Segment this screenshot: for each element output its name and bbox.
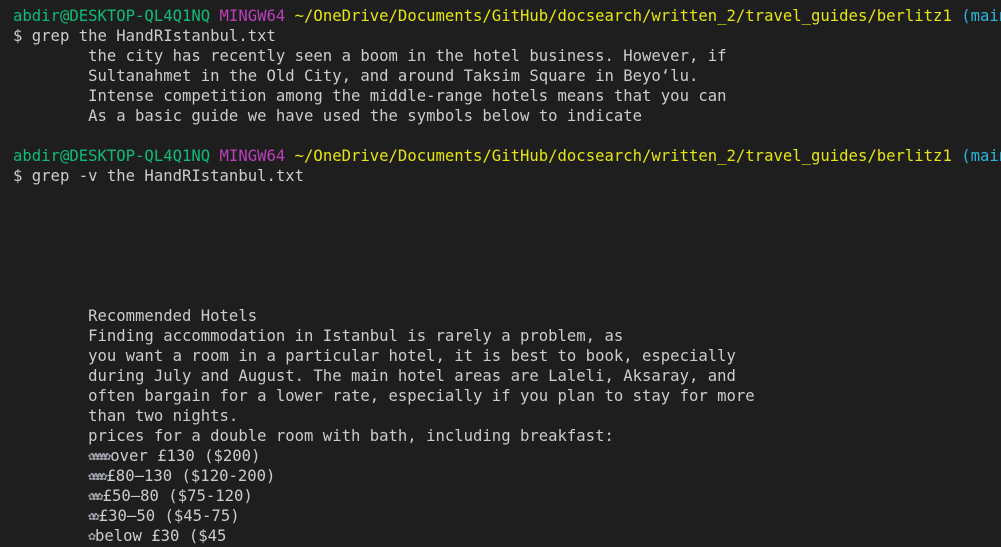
prompt-path: ~/OneDrive/Documents/GitHub/docsearch/wr… <box>294 147 952 165</box>
shell-prompt: abdir@DESKTOP-QL4Q1NQ MINGW64 ~/OneDrive… <box>13 146 1001 166</box>
output-line: you want a room in a particular hotel, i… <box>13 347 736 365</box>
output-line: the city has recently seen a boom in the… <box>13 47 727 65</box>
gear-icon: ✿✿✿ <box>88 489 104 504</box>
price-row: ✿✿✿✿ £80–130 ($120-200) <box>13 466 1001 486</box>
output-line: Sultanahmet in the Old City, and around … <box>13 67 699 85</box>
price-row: ✿✿✿ £50–80 ($75-120) <box>13 486 1001 506</box>
price-row: ✿✿ £30–50 ($45-75) <box>13 506 1001 526</box>
price-range-text: below £30 ($45 <box>94 527 227 545</box>
price-range-text: £80–130 ($120-200) <box>106 467 276 485</box>
prompt-git-branch: (main) <box>961 7 1001 25</box>
gear-icon: ✿✿✿✿ <box>88 469 107 484</box>
terminal-output[interactable]: abdir@DESKTOP-QL4Q1NQ MINGW64 ~/OneDrive… <box>13 6 1001 545</box>
prompt-user-host: abdir@DESKTOP-QL4Q1NQ <box>13 7 211 25</box>
output-line: during July and August. The main hotel a… <box>13 367 736 385</box>
command-line: $ grep -v the HandRIstanbul.txt <box>13 167 305 185</box>
price-row: ✿ below £30 ($45 <box>13 526 1001 546</box>
output-line: As a basic guide we have used the symbol… <box>13 107 643 125</box>
prompt-user-host: abdir@DESKTOP-QL4Q1NQ <box>13 147 211 165</box>
price-range-text: over £130 ($200) <box>110 447 261 465</box>
gear-icon: ✿✿ <box>88 509 99 524</box>
prompt-env: MINGW64 <box>219 7 286 25</box>
output-line: Recommended Hotels <box>13 307 258 325</box>
output-line: Finding accommodation in Istanbul is rar… <box>13 327 624 345</box>
gear-icon: ✿✿✿✿✿ <box>88 449 111 464</box>
output-line: Intense competition among the middle-ran… <box>13 87 727 105</box>
price-range-text: £50–80 ($75-120) <box>102 487 253 505</box>
gear-icon: ✿ <box>88 529 96 544</box>
output-line: than two nights. <box>13 407 239 425</box>
shell-prompt: abdir@DESKTOP-QL4Q1NQ MINGW64 ~/OneDrive… <box>13 6 1001 26</box>
price-range-text: £30–50 ($45-75) <box>98 507 240 525</box>
price-row: ✿✿✿✿✿ over £130 ($200) <box>13 446 1001 466</box>
output-line: prices for a double room with bath, incl… <box>13 427 614 445</box>
prompt-env: MINGW64 <box>219 147 286 165</box>
prompt-path: ~/OneDrive/Documents/GitHub/docsearch/wr… <box>294 7 952 25</box>
output-line: often bargain for a lower rate, especial… <box>13 387 755 405</box>
command-line: $ grep the HandRIstanbul.txt <box>13 27 276 45</box>
prompt-git-branch: (main) <box>961 147 1001 165</box>
